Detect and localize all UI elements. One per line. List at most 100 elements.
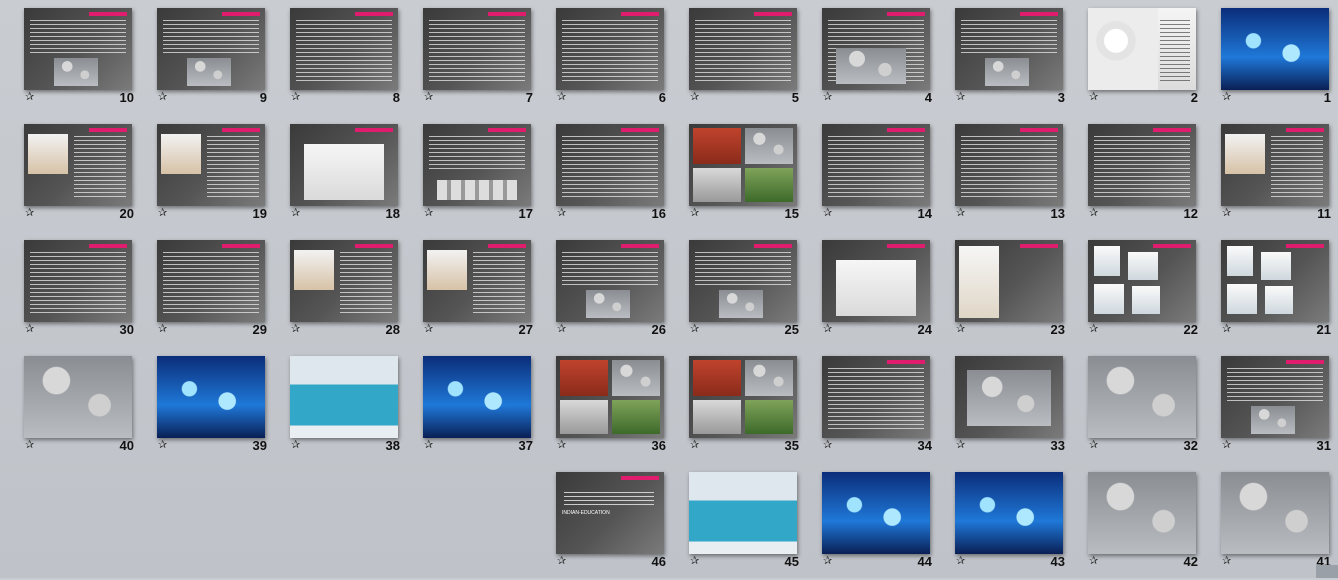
transition-star-icon[interactable]: ✰ [25,324,34,335]
slide-14[interactable]: ✰ 14 [809,116,942,232]
transition-star-icon[interactable]: ✰ [823,440,832,451]
slide-thumbnail[interactable] [689,8,797,90]
transition-star-icon[interactable]: ✰ [1089,208,1098,219]
slide-thumbnail[interactable] [1221,356,1329,438]
slide-33[interactable]: ✰ 33 [942,348,1075,464]
slide-38[interactable]: ✰ 38 [277,348,410,464]
slide-thumbnail[interactable] [689,472,797,554]
slide-thumbnail[interactable] [24,356,132,438]
slide-7[interactable]: ✰ 7 [410,0,543,116]
slide-thumbnail[interactable] [689,124,797,206]
slide-30[interactable]: ✰ 30 [11,232,144,348]
slide-thumbnail[interactable] [822,240,930,322]
slide-21[interactable]: ✰ 21 [1208,232,1338,348]
transition-star-icon[interactable]: ✰ [690,92,699,103]
slide-thumbnail[interactable] [1221,472,1329,554]
slide-43[interactable]: ✰ 43 [942,464,1075,580]
transition-star-icon[interactable]: ✰ [424,208,433,219]
transition-star-icon[interactable]: ✰ [1089,92,1098,103]
slide-40[interactable]: ✰ 40 [11,348,144,464]
transition-star-icon[interactable]: ✰ [291,440,300,451]
transition-star-icon[interactable]: ✰ [690,324,699,335]
slide-13[interactable]: ✰ 13 [942,116,1075,232]
slide-thumbnail[interactable] [1088,8,1196,90]
slide-thumbnail[interactable] [290,124,398,206]
slide-3[interactable]: ✰ 3 [942,0,1075,116]
slide-thumbnail[interactable] [1221,240,1329,322]
slide-2[interactable]: ✰ 2 [1075,0,1208,116]
slide-thumbnail[interactable] [822,472,930,554]
transition-star-icon[interactable]: ✰ [1222,324,1231,335]
transition-star-icon[interactable]: ✰ [823,556,832,567]
transition-star-icon[interactable]: ✰ [823,324,832,335]
slide-thumbnail[interactable] [1221,8,1329,90]
slide-thumbnail[interactable] [822,8,930,90]
slide-thumbnail[interactable] [1088,356,1196,438]
slide-37[interactable]: ✰ 37 [410,348,543,464]
slide-41[interactable]: ✰ 41 [1208,464,1338,580]
transition-star-icon[interactable]: ✰ [557,92,566,103]
slide-34[interactable]: ✰ 34 [809,348,942,464]
slide-thumbnail[interactable] [955,356,1063,438]
transition-star-icon[interactable]: ✰ [557,324,566,335]
transition-star-icon[interactable]: ✰ [690,440,699,451]
slide-22[interactable]: ✰ 22 [1075,232,1208,348]
slide-17[interactable]: ✰ 17 [410,116,543,232]
slide-20[interactable]: ✰ 20 [11,116,144,232]
transition-star-icon[interactable]: ✰ [1089,324,1098,335]
slide-5[interactable]: ✰ 5 [676,0,809,116]
slide-28[interactable]: ✰ 28 [277,232,410,348]
slide-44[interactable]: ✰ 44 [809,464,942,580]
slide-thumbnail[interactable] [423,124,531,206]
transition-star-icon[interactable]: ✰ [823,208,832,219]
slide-6[interactable]: ✰ 6 [543,0,676,116]
slide-9[interactable]: ✰ 9 [144,0,277,116]
transition-star-icon[interactable]: ✰ [956,92,965,103]
transition-star-icon[interactable]: ✰ [956,324,965,335]
slide-15[interactable]: ✰ 15 [676,116,809,232]
transition-star-icon[interactable]: ✰ [158,208,167,219]
slide-thumbnail[interactable] [157,240,265,322]
slide-thumbnail[interactable]: INDIAN-EDUCATION [556,472,664,554]
scrollbar-corner[interactable] [1316,565,1338,578]
slide-thumbnail[interactable] [290,240,398,322]
slide-29[interactable]: ✰ 29 [144,232,277,348]
transition-star-icon[interactable]: ✰ [291,324,300,335]
slide-thumbnail[interactable] [157,124,265,206]
slide-thumbnail[interactable] [955,8,1063,90]
slide-thumbnail[interactable] [24,124,132,206]
slide-32[interactable]: ✰ 32 [1075,348,1208,464]
transition-star-icon[interactable]: ✰ [424,324,433,335]
slide-18[interactable]: ✰ 18 [277,116,410,232]
slide-26[interactable]: ✰ 26 [543,232,676,348]
slide-39[interactable]: ✰ 39 [144,348,277,464]
transition-star-icon[interactable]: ✰ [956,208,965,219]
transition-star-icon[interactable]: ✰ [956,440,965,451]
slide-thumbnail[interactable] [556,8,664,90]
transition-star-icon[interactable]: ✰ [25,440,34,451]
slide-12[interactable]: ✰ 12 [1075,116,1208,232]
transition-star-icon[interactable]: ✰ [424,92,433,103]
transition-star-icon[interactable]: ✰ [25,92,34,103]
slide-thumbnail[interactable] [955,472,1063,554]
transition-star-icon[interactable]: ✰ [158,324,167,335]
transition-star-icon[interactable]: ✰ [291,92,300,103]
transition-star-icon[interactable]: ✰ [1222,556,1231,567]
transition-star-icon[interactable]: ✰ [291,208,300,219]
slide-thumbnail[interactable] [290,8,398,90]
slide-36[interactable]: ✰ 36 [543,348,676,464]
slide-thumbnail[interactable] [955,240,1063,322]
slide-31[interactable]: ✰ 31 [1208,348,1338,464]
slide-45[interactable]: ✰ 45 [676,464,809,580]
transition-star-icon[interactable]: ✰ [690,556,699,567]
transition-star-icon[interactable]: ✰ [557,208,566,219]
slide-thumbnail[interactable] [1088,124,1196,206]
slide-thumbnail[interactable] [689,356,797,438]
slide-24[interactable]: ✰ 24 [809,232,942,348]
slide-thumbnail[interactable] [423,356,531,438]
slide-thumbnail[interactable] [24,240,132,322]
transition-star-icon[interactable]: ✰ [956,556,965,567]
transition-star-icon[interactable]: ✰ [557,556,566,567]
slide-thumbnail[interactable] [157,8,265,90]
slide-27[interactable]: ✰ 27 [410,232,543,348]
